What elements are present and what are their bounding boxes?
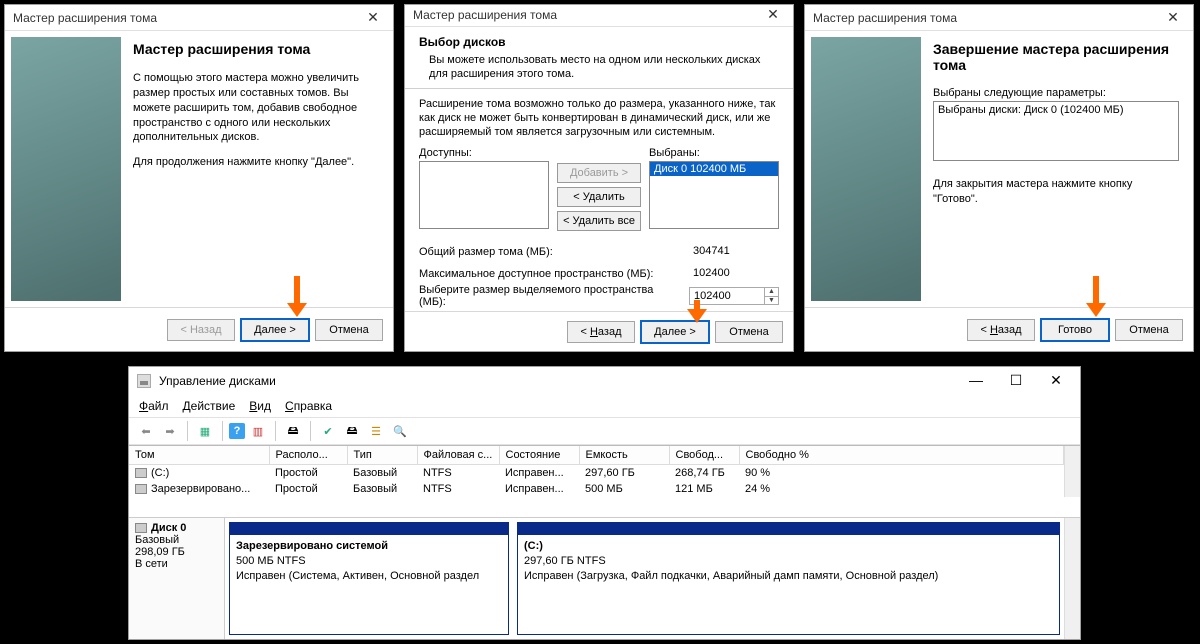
wizard-continue-hint: Для продолжения нажмите кнопку "Далее". <box>133 155 379 170</box>
wizard-graphic <box>811 37 921 301</box>
disk-info-panel[interactable]: Диск 0 Базовый 298,09 ГБ В сети <box>129 518 225 639</box>
annotation-arrow-head <box>687 309 707 323</box>
app-icon <box>137 374 151 388</box>
close-icon[interactable]: ✕ <box>759 5 787 25</box>
selected-listbox[interactable]: Диск 0 102400 МБ <box>649 161 779 229</box>
titlebar[interactable]: Мастер расширения тома ✕ <box>5 5 393 31</box>
menu-view[interactable]: Вид <box>249 399 271 413</box>
col-capacity[interactable]: Емкость <box>579 446 669 465</box>
scrollbar[interactable] <box>1064 446 1080 497</box>
disk-icon[interactable]: 🖴 <box>341 420 363 442</box>
annotation-arrow-head <box>1086 303 1106 317</box>
close-icon[interactable]: ✕ <box>1159 8 1187 28</box>
titlebar[interactable]: Управление дисками — ☐ ✕ <box>129 367 1080 395</box>
col-freepct[interactable]: Свободно % <box>739 446 1064 465</box>
connect-icon[interactable]: 🖴 <box>282 420 304 442</box>
volume-grid: Том Располо... Тип Файловая с... Состоян… <box>129 445 1080 497</box>
size-spinner[interactable]: ▲▼ <box>764 288 778 304</box>
finish-button[interactable]: Готово <box>1041 319 1109 341</box>
window-title: Управление дисками <box>159 374 956 388</box>
back-button[interactable]: < Назад <box>567 321 635 343</box>
window-title: Мастер расширения тома <box>813 11 1159 25</box>
finish-hint: Для закрытия мастера нажмите кнопку "Гот… <box>933 177 1179 207</box>
disk-icon <box>135 523 147 533</box>
select-size-label: Выберите размер выделяемого пространства… <box>419 284 683 308</box>
wizard-intro-text: С помощью этого мастера можно увеличить … <box>133 71 379 145</box>
back-button: < Назад <box>167 319 235 341</box>
properties-icon[interactable]: ▥ <box>247 420 269 442</box>
back-button[interactable]: < Назад <box>967 319 1035 341</box>
selected-label: Выбраны: <box>649 147 779 159</box>
window-title: Мастер расширения тома <box>13 11 359 25</box>
menu-file[interactable]: Файл <box>139 399 169 413</box>
partition-c[interactable]: (C:) 297,60 ГБ NTFS Исправен (Загрузка, … <box>517 522 1060 635</box>
volume-icon <box>135 484 147 494</box>
cancel-button[interactable]: Отмена <box>1115 319 1183 341</box>
refresh-icon[interactable]: ▦ <box>194 420 216 442</box>
disk-management-window: Управление дисками — ☐ ✕ Файл Действие В… <box>128 366 1081 640</box>
menu-help[interactable]: Справка <box>285 399 332 413</box>
select-size-input[interactable]: 102400 ▲▼ <box>689 287 779 305</box>
wizard-extend-disks: Мастер расширения тома ✕ Выбор дисков Вы… <box>404 4 794 352</box>
wizard-graphic <box>11 37 121 301</box>
volume-icon <box>135 468 147 478</box>
list-icon[interactable]: ☰ <box>365 420 387 442</box>
table-row[interactable]: Зарезервировано... Простой Базовый NTFS … <box>129 481 1064 497</box>
annotation-arrow <box>1093 276 1099 304</box>
nav-forward-icon[interactable]: ➡ <box>159 420 181 442</box>
remove-button[interactable]: < Удалить <box>557 187 641 207</box>
col-type[interactable]: Тип <box>347 446 417 465</box>
menubar: Файл Действие Вид Справка <box>129 395 1080 417</box>
partition-reserved[interactable]: Зарезервировано системой 500 МБ NTFS Исп… <box>229 522 509 635</box>
scrollbar[interactable] <box>1064 518 1080 639</box>
page-subheading: Вы можете использовать место на одном ил… <box>429 53 779 82</box>
cancel-button[interactable]: Отмена <box>715 321 783 343</box>
wizard-heading: Мастер расширения тома <box>133 41 379 57</box>
total-size-label: Общий размер тома (МБ): <box>419 246 683 258</box>
next-button[interactable]: Далее > <box>641 321 709 343</box>
col-state[interactable]: Состояние <box>499 446 579 465</box>
nav-back-icon[interactable]: ⬅ <box>135 420 157 442</box>
wizard-extend-finish: Мастер расширения тома ✕ Завершение маст… <box>804 4 1194 352</box>
grid-header-row: Том Располо... Тип Файловая с... Состоян… <box>129 446 1064 465</box>
maximize-button[interactable]: ☐ <box>996 369 1036 393</box>
warning-text: Расширение тома возможно только до разме… <box>419 97 779 140</box>
wizard-extend-intro: Мастер расширения тома ✕ Мастер расширен… <box>4 4 394 352</box>
col-free[interactable]: Свобод... <box>669 446 739 465</box>
minimize-button[interactable]: — <box>956 369 996 393</box>
params-label: Выбраны следующие параметры: <box>933 87 1179 99</box>
annotation-arrow-head <box>287 303 307 317</box>
max-space-value: 102400 <box>689 265 779 283</box>
menu-action[interactable]: Действие <box>183 399 236 413</box>
close-button[interactable]: ✕ <box>1036 369 1076 393</box>
page-heading: Выбор дисков <box>419 35 779 49</box>
add-button: Добавить > <box>557 163 641 183</box>
available-label: Доступны: <box>419 147 549 159</box>
titlebar[interactable]: Мастер расширения тома ✕ <box>405 5 793 27</box>
help-icon[interactable]: ? <box>229 423 245 439</box>
selected-disk-item[interactable]: Диск 0 102400 МБ <box>650 162 778 176</box>
search-icon[interactable]: 🔍 <box>389 420 411 442</box>
max-space-label: Максимальное доступное пространство (МБ)… <box>419 268 683 280</box>
params-box: Выбраны диски: Диск 0 (102400 МБ) <box>933 101 1179 161</box>
toolbar: ⬅ ➡ ▦ ? ▥ 🖴 ✔ 🖴 ☰ 🔍 <box>129 417 1080 445</box>
window-title: Мастер расширения тома <box>413 8 759 22</box>
wizard-heading: Завершение мастера расширения тома <box>933 41 1179 73</box>
col-layout[interactable]: Располо... <box>269 446 347 465</box>
next-button[interactable]: Далее > <box>241 319 309 341</box>
close-icon[interactable]: ✕ <box>359 8 387 28</box>
check-icon[interactable]: ✔ <box>317 420 339 442</box>
remove-all-button[interactable]: < Удалить все <box>557 211 641 231</box>
disk-map: Диск 0 Базовый 298,09 ГБ В сети Зарезерв… <box>129 517 1080 639</box>
annotation-arrow <box>294 276 300 304</box>
table-row[interactable]: (C:) Простой Базовый NTFS Исправен... 29… <box>129 465 1064 482</box>
titlebar[interactable]: Мастер расширения тома ✕ <box>805 5 1193 31</box>
col-volume[interactable]: Том <box>129 446 269 465</box>
cancel-button[interactable]: Отмена <box>315 319 383 341</box>
available-listbox[interactable] <box>419 161 549 229</box>
col-fs[interactable]: Файловая с... <box>417 446 499 465</box>
total-size-value: 304741 <box>689 243 779 261</box>
